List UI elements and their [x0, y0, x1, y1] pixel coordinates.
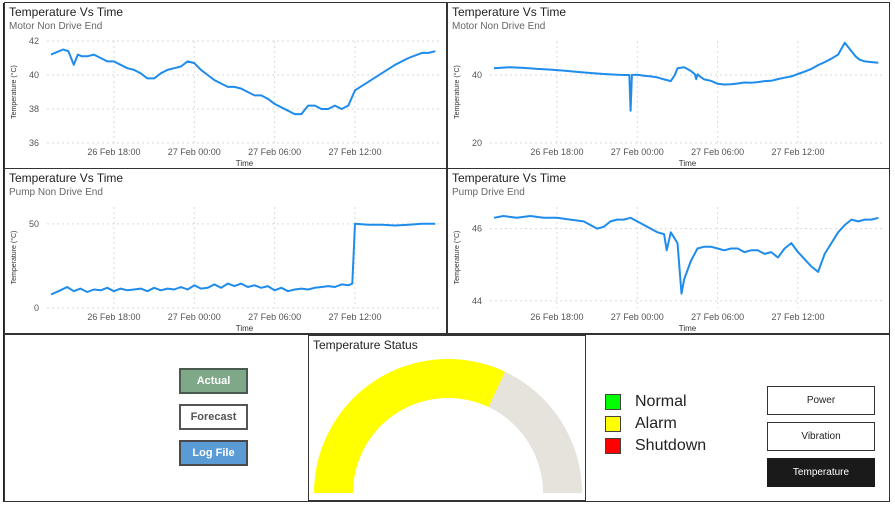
temperature-status-gauge-panel: Temperature Status: [308, 335, 586, 501]
temperature-gauge: [314, 358, 582, 493]
y-tick-label: 42: [29, 36, 39, 46]
x-tick-label: 27 Feb 06:00: [248, 147, 301, 157]
y-tick-label: 20: [472, 138, 482, 148]
x-tick-label: 27 Feb 00:00: [168, 147, 221, 157]
x-tick-label: 27 Feb 06:00: [691, 312, 744, 322]
forecast-button[interactable]: Forecast: [179, 404, 248, 430]
x-tick-label: 26 Feb 18:00: [530, 312, 583, 322]
temperature-series-line: [493, 215, 879, 295]
chart-title: Temperature Vs Time: [9, 5, 124, 19]
chart-subtitle: Motor Non Drive End: [9, 21, 103, 32]
gauge-fill: [314, 358, 506, 493]
x-tick-label: 27 Feb 06:00: [248, 312, 301, 322]
temperature-series-line: [50, 48, 436, 116]
x-tick-label: 26 Feb 18:00: [87, 312, 140, 322]
power-button[interactable]: Power: [767, 386, 875, 415]
legend-label: Shutdown: [635, 437, 707, 454]
x-tick-label: 26 Feb 18:00: [530, 147, 583, 157]
chart-panel-motor-nde-1: Temperature Vs Time Motor Non Drive End …: [4, 2, 447, 169]
chart-subtitle: Pump Non Drive End: [9, 187, 103, 198]
legend-label: Alarm: [635, 415, 677, 432]
x-tick-label: 27 Feb 00:00: [611, 312, 664, 322]
legend-label: Normal: [635, 393, 687, 410]
y-tick-label: 36: [29, 138, 39, 148]
log-file-button[interactable]: Log File: [179, 440, 248, 466]
chart-panel-motor-nde-2: Temperature Vs Time Motor Non Drive End …: [447, 2, 890, 169]
chart-panel-pump-nde: Temperature Vs Time Pump Non Drive End 0…: [4, 168, 447, 334]
x-axis-label: Time: [236, 159, 254, 168]
actual-button[interactable]: Actual: [179, 368, 248, 394]
x-tick-label: 26 Feb 18:00: [87, 147, 140, 157]
y-tick-label: 0: [34, 303, 39, 313]
y-axis-label: Temperature (°C): [453, 65, 461, 119]
x-axis-label: Time: [679, 159, 697, 168]
x-tick-label: 27 Feb 12:00: [771, 312, 824, 322]
y-tick-label: 46: [472, 224, 482, 234]
temperature-series-line: [50, 222, 436, 296]
y-tick-label: 38: [29, 104, 39, 114]
y-axis-label: Temperature (°C): [10, 231, 18, 285]
x-axis-label: Time: [236, 324, 254, 333]
chart-subtitle: Pump Drive End: [452, 187, 525, 198]
x-tick-label: 27 Feb 06:00: [691, 147, 744, 157]
y-tick-label: 40: [29, 70, 39, 80]
y-axis-label: Temperature (°C): [10, 65, 18, 119]
x-tick-label: 27 Feb 00:00: [168, 312, 221, 322]
y-tick-label: 40: [472, 70, 482, 80]
legend-swatch: [605, 394, 621, 410]
temperature-button[interactable]: Temperature: [767, 458, 875, 487]
gauge-track: [488, 371, 582, 493]
legend-swatch: [605, 416, 621, 432]
y-tick-label: 44: [472, 296, 482, 306]
x-tick-label: 27 Feb 12:00: [328, 147, 381, 157]
chart-title: Temperature Vs Time: [452, 5, 567, 19]
legend-item-shutdown: Shutdown: [605, 437, 706, 455]
chart-panel-pump-de: Temperature Vs Time Pump Drive End 44 46 2…: [447, 168, 890, 334]
x-tick-label: 27 Feb 12:00: [771, 147, 824, 157]
vibration-button[interactable]: Vibration: [767, 422, 875, 451]
chart-title: Temperature Vs Time: [452, 171, 567, 185]
legend-item-normal: Normal: [605, 393, 687, 411]
y-tick-label: 50: [29, 219, 39, 229]
legend-swatch: [605, 438, 621, 454]
x-tick-label: 27 Feb 00:00: [611, 147, 664, 157]
x-tick-label: 27 Feb 12:00: [328, 312, 381, 322]
chart-title: Temperature Vs Time: [9, 171, 124, 185]
y-axis-label: Temperature (°C): [453, 231, 461, 285]
temperature-series-line: [493, 41, 879, 112]
legend-item-alarm: Alarm: [605, 415, 677, 433]
x-axis-label: Time: [679, 324, 697, 333]
chart-subtitle: Motor Non Drive End: [452, 21, 546, 32]
